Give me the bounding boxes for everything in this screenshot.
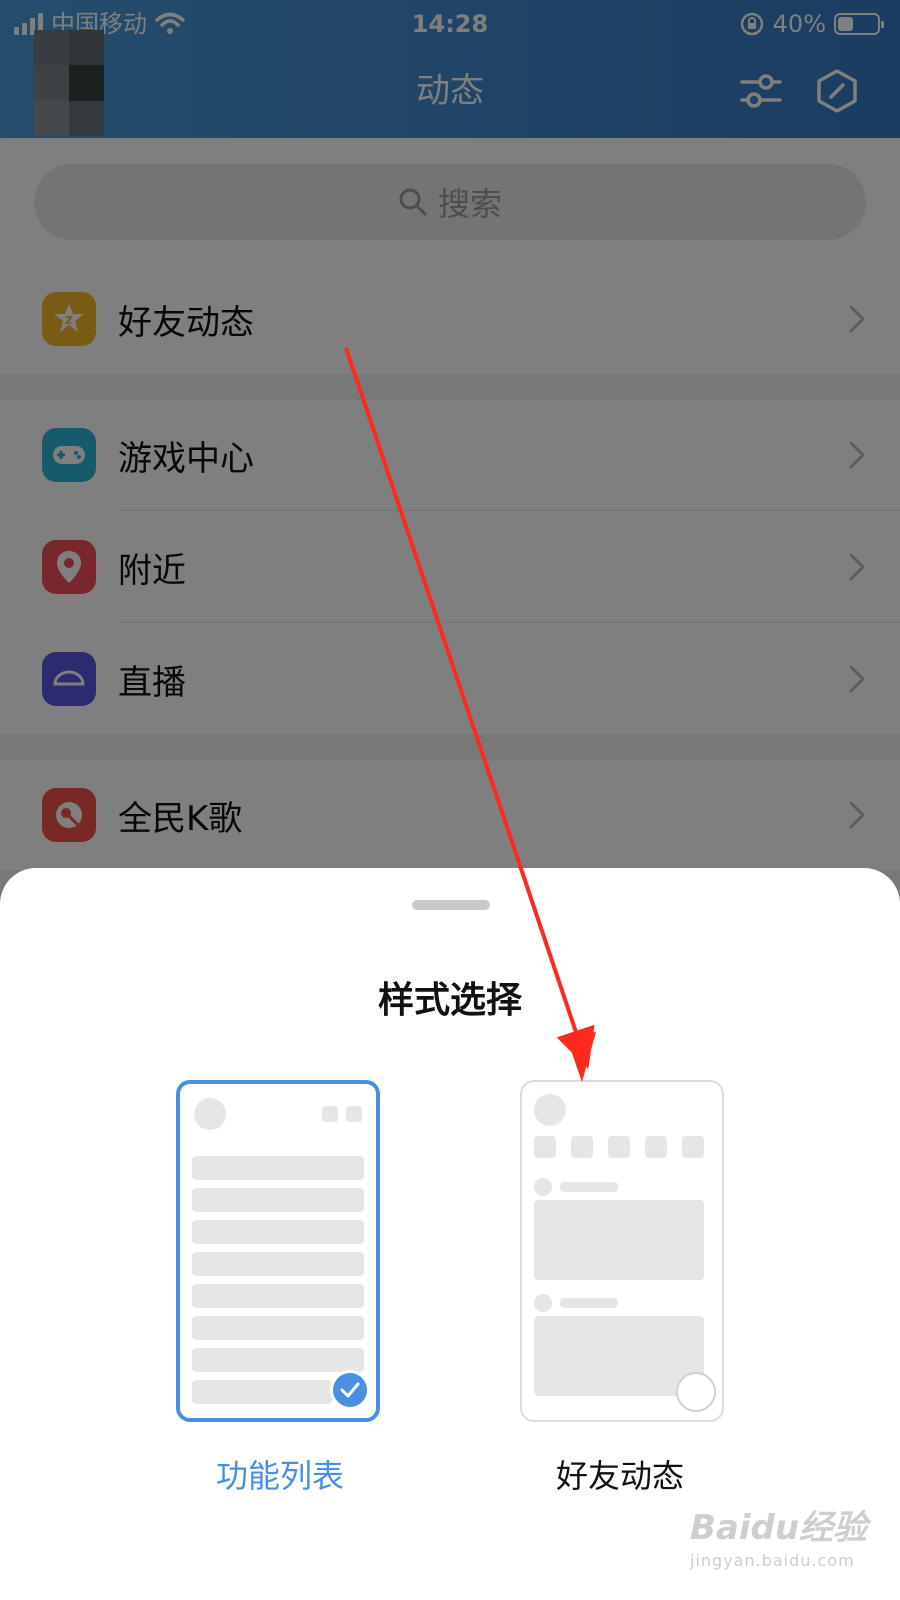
selected-check-icon[interactable] bbox=[330, 1370, 370, 1410]
preview-row bbox=[192, 1156, 364, 1180]
preview-card bbox=[534, 1200, 704, 1280]
preview-row bbox=[192, 1188, 364, 1212]
preview-row bbox=[192, 1348, 364, 1372]
preview-line bbox=[560, 1298, 618, 1308]
watermark-brand: Baidu经验 bbox=[690, 1508, 868, 1548]
preview-icon bbox=[534, 1136, 556, 1158]
preview-avatar bbox=[534, 1178, 552, 1196]
unselected-radio-icon[interactable] bbox=[676, 1372, 716, 1412]
style-option-friend-feed[interactable] bbox=[520, 1080, 724, 1422]
preview-icon bbox=[571, 1136, 593, 1158]
style-option-label-friend-feed[interactable]: 好友动态 bbox=[490, 1454, 750, 1498]
preview-icon bbox=[682, 1136, 704, 1158]
preview-avatar bbox=[534, 1294, 552, 1312]
sheet-title: 样式选择 bbox=[377, 980, 522, 1021]
preview-icon bbox=[608, 1136, 630, 1158]
preview-row bbox=[192, 1252, 364, 1276]
style-option-label-function-list[interactable]: 功能列表 bbox=[150, 1454, 410, 1498]
preview-row bbox=[192, 1316, 364, 1340]
style-picker-sheet: 样式选择 功能列表 好友动态 bbox=[0, 868, 900, 1600]
preview-avatar bbox=[194, 1098, 226, 1130]
preview-row bbox=[192, 1380, 332, 1404]
style-option-function-list[interactable] bbox=[176, 1080, 380, 1422]
preview-row bbox=[192, 1220, 364, 1244]
preview-icon bbox=[346, 1106, 362, 1122]
preview-icon bbox=[322, 1106, 338, 1122]
preview-avatar bbox=[534, 1094, 566, 1126]
preview-line bbox=[560, 1182, 618, 1192]
watermark-url: jingyan.baidu.com bbox=[690, 1551, 855, 1570]
sheet-drag-handle[interactable] bbox=[412, 900, 490, 910]
preview-icon bbox=[645, 1136, 667, 1158]
baidu-watermark: Baidu经验 jingyan.baidu.com bbox=[690, 1500, 890, 1586]
preview-row bbox=[192, 1284, 364, 1308]
